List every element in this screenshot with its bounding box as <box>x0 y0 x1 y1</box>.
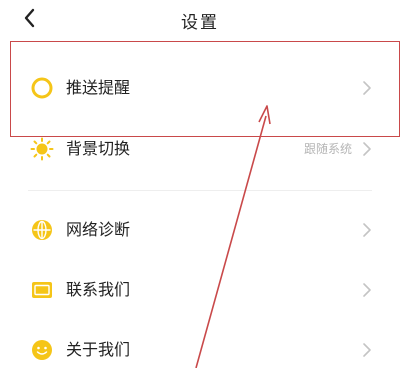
settings-item-network-diagnosis[interactable]: 网络诊断 <box>0 208 400 252</box>
chevron-right-icon <box>363 142 371 156</box>
settings-item-background-switch[interactable]: 背景切换 跟随系统 <box>0 127 400 171</box>
mail-icon <box>32 282 52 298</box>
annotation-arrow <box>195 105 271 368</box>
settings-item-about-us[interactable]: 关于我们 <box>0 328 400 368</box>
chevron-right-icon <box>363 223 371 237</box>
smile-icon <box>32 340 52 360</box>
sun-icon <box>30 137 54 161</box>
settings-item-label: 背景切换 <box>66 139 131 158</box>
globe-icon <box>32 220 52 240</box>
settings-item-label: 推送提醒 <box>66 78 131 97</box>
background-mode-value: 跟随系统 <box>303 142 352 156</box>
settings-item-label: 联系我们 <box>66 280 131 299</box>
circle-ring-icon <box>31 77 53 99</box>
chevron-right-icon <box>363 283 371 297</box>
settings-item-contact-us[interactable]: 联系我们 <box>0 268 400 312</box>
settings-screen: 设置 推送提醒 背景切换 跟随系统 网络诊断 联系我们 关于我们 <box>0 0 400 368</box>
chevron-right-icon <box>363 343 371 357</box>
chevron-right-icon <box>363 81 371 95</box>
nav-bar: 设置 <box>0 0 400 40</box>
settings-item-label: 网络诊断 <box>66 220 131 239</box>
section-divider <box>28 190 372 191</box>
settings-item-push-reminder[interactable]: 推送提醒 <box>0 66 400 110</box>
page-title: 设置 <box>181 13 219 33</box>
settings-item-label: 关于我们 <box>66 340 131 359</box>
